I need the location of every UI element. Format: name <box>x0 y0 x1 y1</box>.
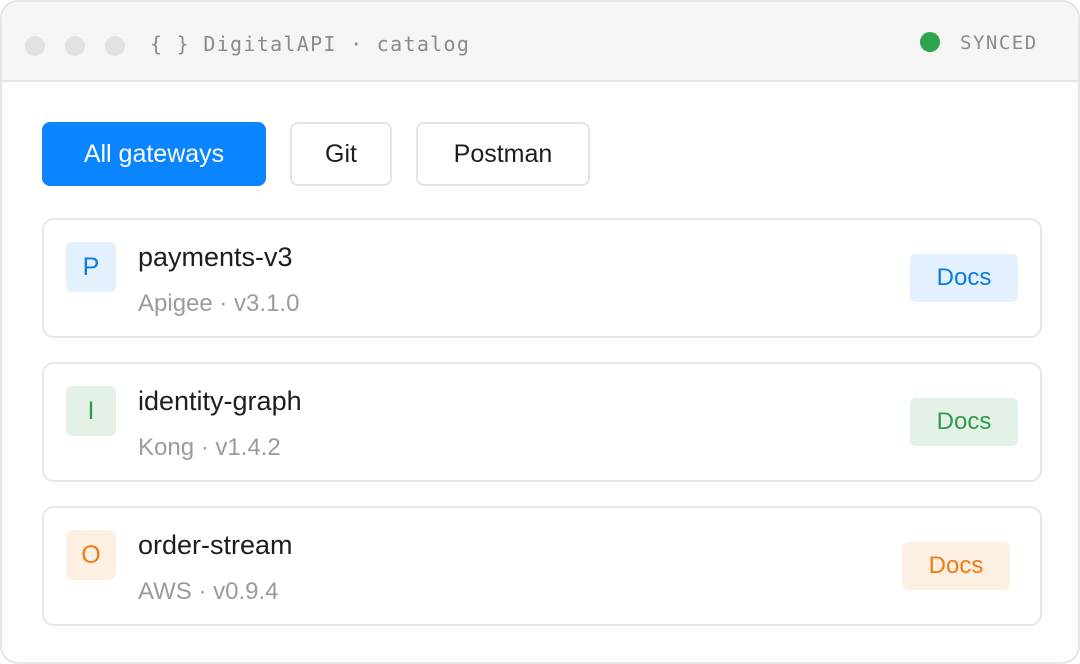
window-title: { } DigitalAPI · catalog <box>150 32 471 56</box>
filter-postman[interactable]: Postman <box>416 122 590 186</box>
api-initial-badge: O <box>66 530 116 580</box>
api-name: order-stream <box>138 530 293 560</box>
filter-git[interactable]: Git <box>290 122 392 186</box>
api-initial-badge: P <box>66 242 116 292</box>
sync-status-dot-icon <box>920 32 940 52</box>
window-maximize-control[interactable] <box>105 36 125 56</box>
docs-button[interactable]: Docs <box>910 254 1018 302</box>
filter-all-gateways[interactable]: All gateways <box>42 122 266 186</box>
api-card-identity-graph[interactable]: I identity-graph Kong · v1.4.2 Docs <box>42 362 1042 482</box>
window-minimize-control[interactable] <box>65 36 85 56</box>
filter-label: All gateways <box>83 139 225 168</box>
title-bar: { } DigitalAPI · catalog SYNCED <box>2 2 1078 82</box>
docs-button[interactable]: Docs <box>902 542 1010 590</box>
docs-button[interactable]: Docs <box>910 398 1018 446</box>
api-gateway-version: AWS · v0.9.4 <box>138 578 279 605</box>
window-close-control[interactable] <box>25 36 45 56</box>
app-window: { } DigitalAPI · catalog SYNCED All gate… <box>0 0 1080 664</box>
filter-label: Postman <box>453 139 553 168</box>
sync-status-label: SYNCED <box>960 32 1038 54</box>
api-gateway-version: Apigee · v3.1.0 <box>138 290 300 317</box>
api-initial-badge: I <box>66 386 116 436</box>
api-name: payments-v3 <box>138 242 293 272</box>
filter-label: Git <box>325 139 357 168</box>
api-card-order-stream[interactable]: O order-stream AWS · v0.9.4 Docs <box>42 506 1042 626</box>
api-name: identity-graph <box>138 386 302 416</box>
api-card-payments-v3[interactable]: P payments-v3 Apigee · v3.1.0 Docs <box>42 218 1042 338</box>
api-gateway-version: Kong · v1.4.2 <box>138 434 281 461</box>
